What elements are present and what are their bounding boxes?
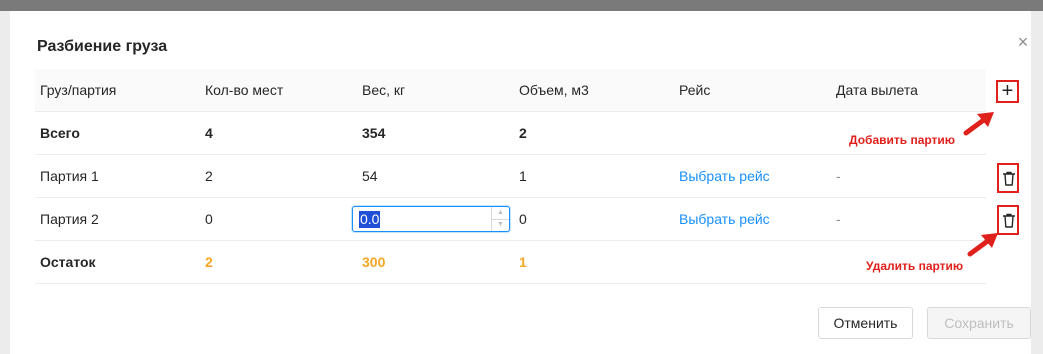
remainder-places: 2 xyxy=(205,254,213,270)
arrow-icon xyxy=(967,233,998,257)
select-flight-link[interactable]: Выбрать рейс xyxy=(679,198,770,240)
header-places: Кол-во мест xyxy=(205,82,284,98)
arrow-icon xyxy=(963,112,994,136)
batch-weight: 54 xyxy=(362,168,378,184)
remainder-weight: 300 xyxy=(362,254,386,270)
weight-input[interactable]: 0.0 ▲ ▼ xyxy=(352,206,510,232)
trash-icon xyxy=(1003,213,1015,228)
add-batch-annotation: Добавить партию xyxy=(849,133,956,147)
table-header: Груз/партия Кол-во мест Вес, кг Объем, м… xyxy=(35,69,986,112)
dialog-title: Разбиение груза xyxy=(37,38,168,55)
save-button[interactable]: Сохранить xyxy=(927,307,1031,339)
trash-icon xyxy=(1003,171,1015,186)
header-weight: Вес, кг xyxy=(362,82,406,98)
backdrop-right xyxy=(1031,11,1043,354)
split-table: Груз/партия Кол-во мест Вес, кг Объем, м… xyxy=(35,69,986,284)
table-row-total: Всего 4 354 2 xyxy=(35,112,986,155)
number-stepper[interactable]: ▲ ▼ xyxy=(491,207,509,231)
delete-batch-annotation: Удалить партию xyxy=(866,259,964,273)
split-cargo-dialog: Разбиение груза × Груз/партия Кол-во мес… xyxy=(10,11,1031,354)
batch-date: - xyxy=(836,168,841,184)
total-volume: 2 xyxy=(519,125,527,141)
batch-volume: 0 xyxy=(519,211,527,227)
header-cargo: Груз/партия xyxy=(40,82,117,98)
batch-label: Партия 2 xyxy=(40,211,99,227)
select-flight-link[interactable]: Выбрать рейс xyxy=(679,155,770,197)
table-row: Партия 1 2 54 1 Выбрать рейс - xyxy=(35,155,986,198)
spin-down-icon[interactable]: ▼ xyxy=(492,219,509,231)
header-date: Дата вылета xyxy=(836,82,918,98)
batch-volume: 1 xyxy=(519,168,527,184)
batch-date: - xyxy=(836,211,841,227)
batch-places: 2 xyxy=(205,168,213,184)
remainder-volume: 1 xyxy=(519,254,527,270)
batch-label: Партия 1 xyxy=(40,168,99,184)
table-row-remainder: Остаток 2 300 1 xyxy=(35,241,986,284)
add-batch-button[interactable]: + xyxy=(996,80,1019,103)
weight-input-value[interactable]: 0.0 xyxy=(359,211,381,228)
cancel-button[interactable]: Отменить xyxy=(818,307,913,339)
header-volume: Объем, м3 xyxy=(519,82,589,98)
total-weight: 354 xyxy=(362,125,386,141)
batch-places: 0 xyxy=(205,211,213,227)
window-top-bar xyxy=(0,0,1043,11)
remainder-label: Остаток xyxy=(40,254,96,270)
close-icon[interactable]: × xyxy=(1015,33,1031,51)
total-places: 4 xyxy=(205,125,213,141)
total-label: Всего xyxy=(40,125,80,141)
table-row: Партия 2 0 0 Выбрать рейс - xyxy=(35,198,986,241)
header-flight: Рейс xyxy=(679,82,711,98)
backdrop-left xyxy=(0,11,10,354)
delete-batch-button[interactable] xyxy=(997,163,1019,193)
